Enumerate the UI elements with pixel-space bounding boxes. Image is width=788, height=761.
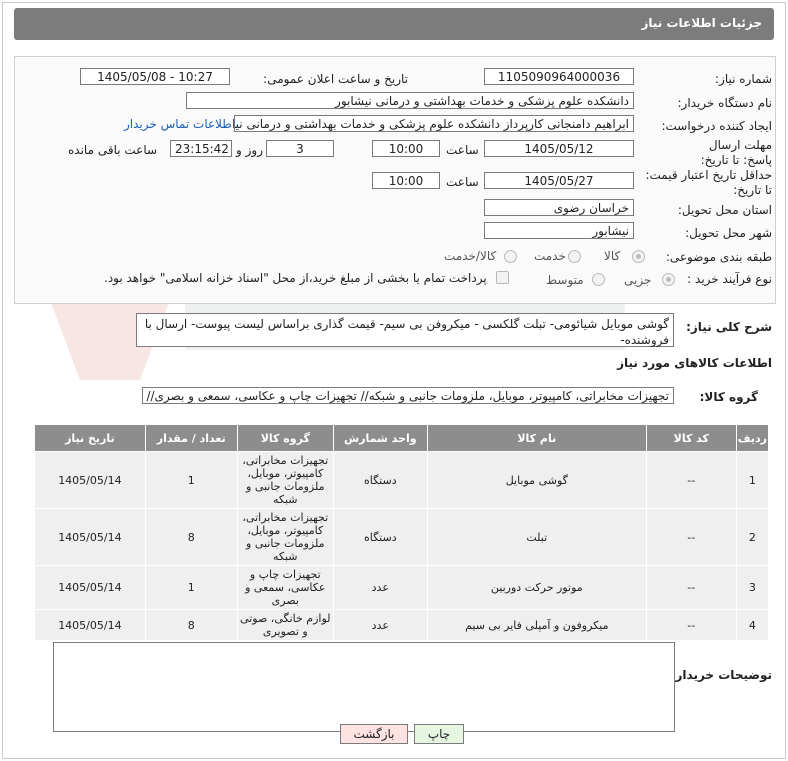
- table-row: 1 -- گوشی موبایل دستگاه تجهیزات مخابراتی…: [34, 451, 770, 509]
- cell-unit: عدد: [332, 565, 428, 610]
- buyer-contact-link[interactable]: اطلاعات تماس خریدار: [124, 117, 235, 131]
- cell-name: تبلت: [426, 508, 647, 566]
- cell-qty: 8: [144, 609, 238, 641]
- cell-name: گوشی موبایل: [426, 451, 647, 509]
- process-radio-medium[interactable]: [592, 273, 605, 286]
- announce-field: 1405/05/08 - 10:27: [80, 68, 230, 85]
- category-radio-both[interactable]: [504, 250, 517, 263]
- process-radio-minor[interactable]: [662, 273, 675, 286]
- col-group: گروه کالا: [236, 424, 334, 452]
- city-field: نیشابور: [484, 222, 634, 239]
- creator-label: ایجاد کننده درخواست:: [661, 119, 772, 133]
- category-radio-service[interactable]: [568, 250, 581, 263]
- print-button[interactable]: چاپ: [414, 724, 464, 744]
- table-row: 4 -- میکروفون و آمپلی فایر بی سیم عدد لو…: [34, 609, 770, 641]
- cell-date: 1405/05/14: [34, 508, 146, 566]
- cell-code: --: [645, 451, 737, 509]
- province-field: خراسان رضوی: [484, 199, 634, 216]
- price-time-field: 10:00: [372, 172, 440, 189]
- creator-field: ابراهیم دامنجانی کارپرداز دانشکده علوم پ…: [234, 115, 634, 132]
- header-bar: جزئیات اطلاعات نیاز: [14, 8, 774, 40]
- buyer-notes-field[interactable]: [53, 642, 675, 732]
- buyer-notes-label: توضیحات خریدار:: [670, 668, 772, 682]
- cell-date: 1405/05/14: [34, 565, 146, 610]
- cell-unit: دستگاه: [332, 508, 428, 566]
- col-date: تاریخ نیاز: [34, 424, 146, 452]
- cell-code: --: [645, 609, 737, 641]
- city-label: شهر محل تحویل:: [685, 226, 772, 240]
- category-radio-goods[interactable]: [632, 250, 645, 263]
- reply-time-field: 10:00: [372, 140, 440, 157]
- goods-table-header: ردیف کد کالا نام کالا واحد شمارش گروه کا…: [34, 424, 770, 452]
- cell-qty: 1: [144, 451, 238, 509]
- goods-group-label: گروه کالا:: [699, 390, 758, 404]
- cell-row: 2: [735, 508, 770, 566]
- cell-group: تجهیزات مخابراتی، کامپیوتر، موبایل، ملزو…: [236, 508, 334, 566]
- summary-field: گوشی موبایل شیائومی- تبلت گلکسی - میکروف…: [136, 313, 674, 347]
- reply-date-field: 1405/05/12: [484, 140, 634, 157]
- province-label: استان محل تحویل:: [677, 203, 772, 217]
- cell-group: لوازم خانگی، صوتی و تصویری: [236, 609, 334, 641]
- cell-row: 4: [735, 609, 770, 641]
- table-row: 3 -- موتور حرکت دوربین عدد تجهیزات چاپ و…: [34, 565, 770, 610]
- buyer-org-field: دانشکده علوم پزشکی و خدمات بهداشتی و درم…: [186, 92, 634, 109]
- cell-unit: دستگاه: [332, 451, 428, 509]
- price-date-field: 1405/05/27: [484, 172, 634, 189]
- category-option-both: کالا/خدمت: [444, 249, 497, 263]
- cell-group: تجهیزات مخابراتی، کامپیوتر، موبایل، ملزو…: [236, 451, 334, 509]
- cell-row: 3: [735, 565, 770, 610]
- need-number-label: شماره نیاز:: [715, 72, 772, 86]
- process-option-medium: متوسط: [546, 273, 584, 287]
- cell-date: 1405/05/14: [34, 609, 146, 641]
- cell-name: موتور حرکت دوربین: [426, 565, 647, 610]
- goods-table: ردیف کد کالا نام کالا واحد شمارش گروه کا…: [34, 424, 770, 641]
- category-option-service: خدمت: [534, 249, 566, 263]
- category-label: طبقه بندی موضوعی:: [665, 250, 772, 264]
- reply-deadline-label: مهلت ارسال پاسخ: تا تاریخ:: [700, 138, 772, 167]
- process-label: نوع فرآیند خرید :: [687, 272, 772, 286]
- remaining-label: ساعت باقی مانده: [68, 143, 158, 157]
- col-row: ردیف: [735, 424, 770, 452]
- cell-code: --: [645, 508, 737, 566]
- days-label: روز و: [236, 143, 263, 157]
- category-option-goods: کالا: [604, 249, 621, 263]
- price-deadline-label: حداقل تاریخ اعتبار قیمت: تا تاریخ:: [645, 168, 772, 197]
- cell-qty: 1: [144, 565, 238, 610]
- reply-time-label: ساعت: [446, 143, 479, 157]
- col-qty: تعداد / مقدار: [144, 424, 238, 452]
- cell-qty: 8: [144, 508, 238, 566]
- days-field: 3: [266, 140, 334, 157]
- remaining-time-field: 23:15:42: [170, 140, 232, 157]
- price-time-label: ساعت: [446, 175, 479, 189]
- cell-code: --: [645, 565, 737, 610]
- treasury-checkbox[interactable]: [496, 271, 509, 284]
- col-code: کد کالا: [645, 424, 737, 452]
- cell-row: 1: [735, 451, 770, 509]
- announce-label: تاریخ و ساعت اعلان عمومی:: [263, 72, 408, 86]
- need-number-field: 1105090964000036: [484, 68, 634, 85]
- summary-label: شرح کلی نیاز:: [686, 320, 772, 334]
- col-unit: واحد شمارش: [332, 424, 428, 452]
- cell-group: تجهیزات چاپ و عکاسی، سمعی و بصری: [236, 565, 334, 610]
- payment-note: پرداخت تمام یا بخشی از مبلغ خرید،از محل …: [104, 271, 487, 285]
- goods-section-title: اطلاعات کالاهای مورد نیاز: [617, 356, 772, 370]
- cell-date: 1405/05/14: [34, 451, 146, 509]
- cell-name: میکروفون و آمپلی فایر بی سیم: [426, 609, 647, 641]
- process-option-minor: جزیی: [624, 273, 652, 287]
- back-button[interactable]: بازگشت: [340, 724, 408, 744]
- page-title: جزئیات اطلاعات نیاز: [641, 16, 762, 30]
- col-name: نام کالا: [426, 424, 647, 452]
- goods-group-field: تجهیزات مخابراتی، کامپیوتر، موبایل، ملزو…: [142, 387, 674, 404]
- table-row: 2 -- تبلت دستگاه تجهیزات مخابراتی، کامپی…: [34, 508, 770, 566]
- buyer-org-label: نام دستگاه خریدار:: [677, 96, 773, 110]
- cell-unit: عدد: [332, 609, 428, 641]
